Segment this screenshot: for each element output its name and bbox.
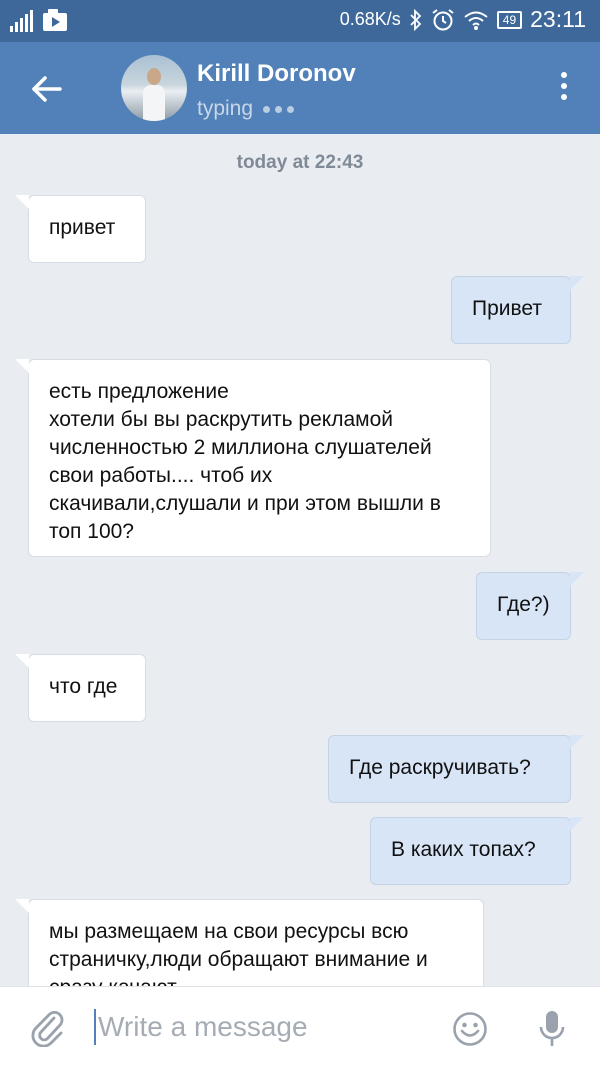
arrow-left-icon[interactable] — [30, 72, 64, 106]
message-text: привет — [49, 216, 116, 239]
microphone-icon[interactable] — [538, 1009, 566, 1049]
contact-status: typing — [197, 97, 295, 121]
message-text: мы размещаем на свои ресурсы всю странич… — [49, 920, 428, 986]
status-time: 23:11 — [530, 6, 586, 32]
contact-name[interactable]: Kirill Doronov — [197, 60, 356, 88]
alarm-icon — [432, 8, 454, 30]
message-bubble-incoming[interactable]: привет — [15, 195, 146, 263]
message-bubble-outgoing[interactable]: Где раскручивать? — [328, 735, 584, 803]
message-text: В каких топах? — [391, 838, 536, 861]
message-text: что где — [49, 675, 118, 698]
network-speed: 0.68K/s — [339, 9, 401, 29]
message-bubble-outgoing[interactable]: В каких топах? — [370, 817, 584, 885]
message-text: Где?) — [497, 593, 550, 616]
message-list[interactable]: today at 22:43 привет Привет есть предло… — [0, 134, 600, 986]
typing-label: typing — [197, 97, 254, 120]
chat-header: Kirill Doronov typing — [0, 42, 600, 134]
message-bubble-incoming[interactable]: есть предложение хотели бы вы раскрутить… — [15, 359, 491, 557]
video-notification-icon — [43, 9, 67, 31]
signal-icon — [10, 10, 33, 32]
typing-dots-icon — [263, 105, 295, 113]
smiley-icon[interactable] — [452, 1011, 488, 1047]
message-field[interactable] — [94, 1007, 424, 1047]
status-bar: 0.68K/s 49 23:11 — [0, 0, 600, 42]
wifi-icon — [464, 11, 488, 30]
composer-bar — [0, 986, 600, 1067]
paperclip-icon[interactable] — [30, 1009, 66, 1047]
avatar-body — [143, 85, 165, 121]
message-bubble-incoming[interactable]: мы размещаем на свои ресурсы всю странич… — [15, 899, 484, 986]
status-left — [10, 8, 68, 32]
message-text: Привет — [472, 297, 543, 320]
message-text: есть предложение хотели бы вы раскрутить… — [49, 380, 441, 543]
more-vertical-icon[interactable] — [558, 72, 570, 106]
avatar-head — [147, 68, 161, 85]
battery-indicator: 49 — [496, 10, 523, 29]
message-bubble-incoming[interactable]: что где — [15, 654, 146, 722]
message-bubble-outgoing[interactable]: Привет — [451, 276, 584, 344]
text-caret — [94, 1009, 96, 1045]
status-right: 0.68K/s 49 23:11 — [340, 6, 586, 33]
avatar[interactable] — [121, 55, 187, 121]
message-bubble-outgoing[interactable]: Где?) — [476, 572, 584, 640]
bluetooth-icon — [410, 8, 422, 31]
date-separator: today at 22:43 — [236, 152, 364, 173]
message-text: Где раскручивать? — [349, 756, 531, 779]
message-input[interactable] — [98, 1007, 418, 1047]
